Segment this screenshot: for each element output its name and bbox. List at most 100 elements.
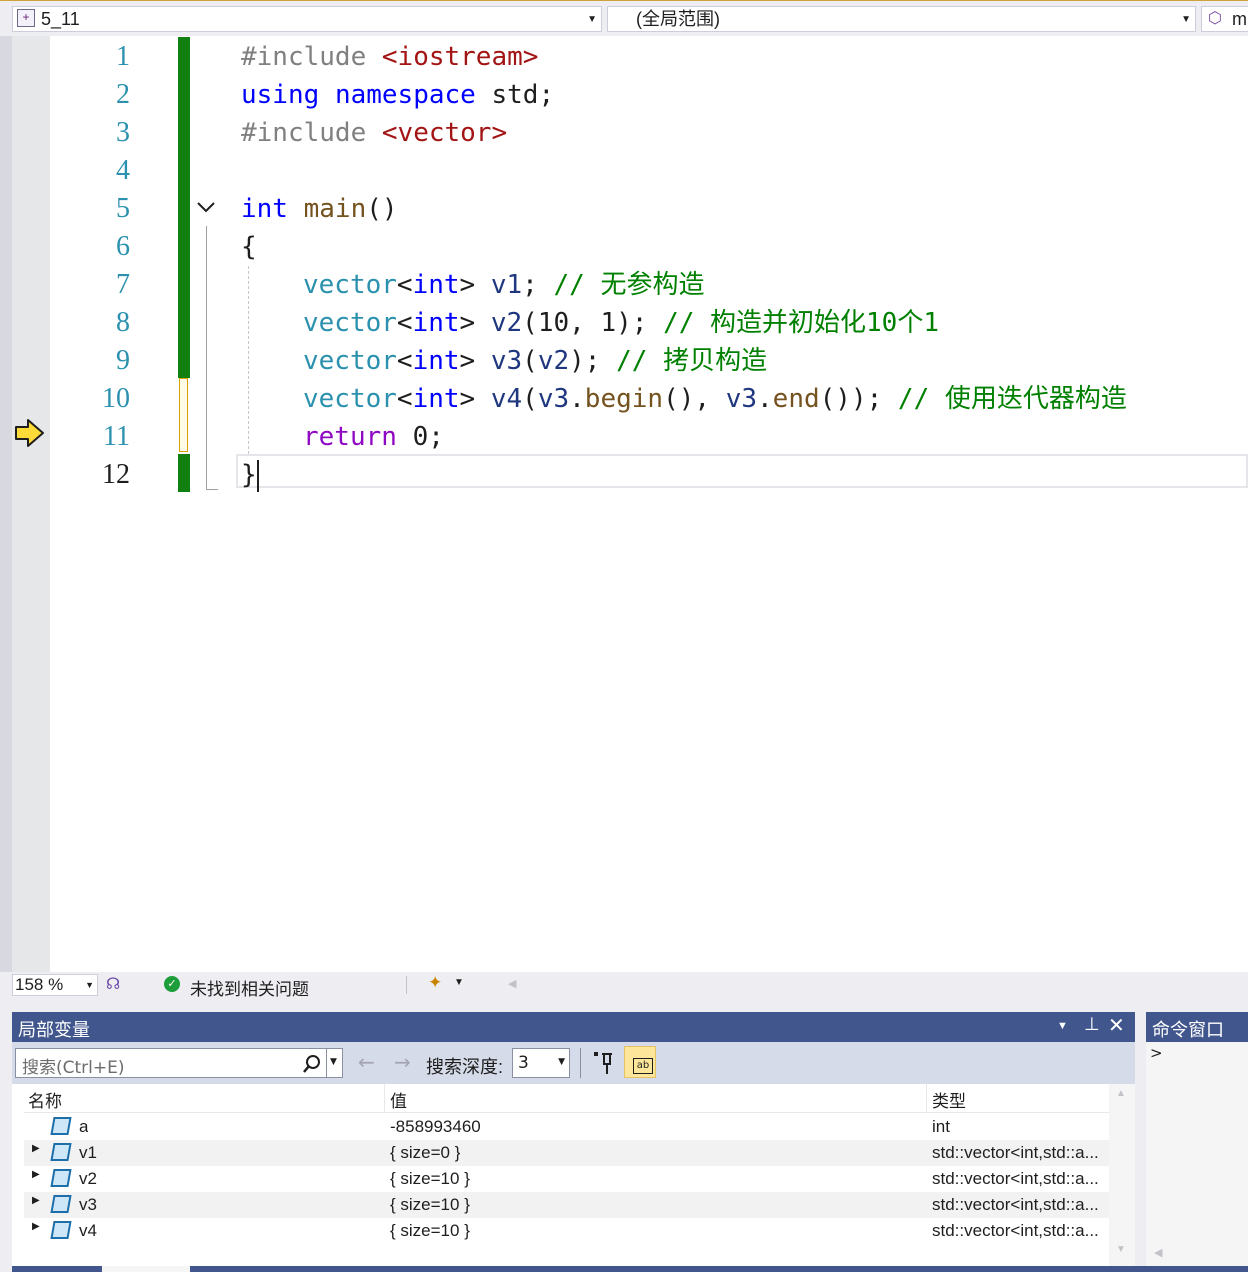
table-row[interactable]: ▶ v1 { size=0 } std::vector<int,std::a..… (24, 1140, 1121, 1166)
variable-icon (50, 1143, 72, 1161)
code-line-11[interactable]: return 0; (303, 418, 444, 456)
column-header-type[interactable]: 类型 (932, 1087, 966, 1112)
scroll-down-icon[interactable]: ▼ (1116, 1244, 1126, 1255)
column-divider[interactable] (926, 1084, 927, 1112)
code-line-7[interactable]: vector<int> v1; // 无参构造 (303, 266, 704, 304)
variable-value[interactable]: -858993460 (390, 1114, 481, 1140)
scroll-up-icon[interactable]: ▲ (1116, 1088, 1126, 1099)
variable-value[interactable]: { size=0 } (390, 1140, 460, 1166)
code-line-10[interactable]: vector<int> v4(v3.begin(), v3.end()); //… (303, 380, 1127, 418)
table-row[interactable]: ▶ v2 { size=10 } std::vector<int,std::a.… (24, 1166, 1121, 1192)
code-cleanup-icon[interactable]: ✦ (428, 973, 442, 993)
line-number: 5 (116, 193, 130, 224)
change-bar-saved (178, 454, 190, 492)
command-window-body[interactable]: > ◀ (1146, 1042, 1248, 1266)
keyword: int (412, 346, 460, 376)
line-number: 9 (116, 345, 130, 376)
code-text: ; (522, 270, 538, 300)
comment: // 无参构造 (553, 270, 705, 300)
expand-arrow-icon[interactable]: ▶ (32, 1169, 40, 1180)
line-number: 10 (102, 383, 130, 414)
panel-title: 命令窗口 (1152, 1020, 1224, 1040)
column-header-value[interactable]: 值 (390, 1087, 407, 1112)
code-text: > (459, 384, 476, 414)
fold-guide (206, 226, 207, 490)
identifier: v3 (537, 384, 570, 414)
include-header: <iostream> (381, 42, 539, 72)
expand-arrow-icon[interactable]: ▶ (32, 1221, 40, 1232)
collapse-chevron-icon[interactable] (195, 198, 219, 218)
chevron-down-icon: ▼ (1181, 14, 1191, 25)
divider (580, 1048, 581, 1078)
type-name: vector (303, 308, 397, 338)
hex-display-icon: ab (633, 1058, 653, 1074)
variable-value[interactable]: { size=10 } (390, 1166, 470, 1192)
code-line-9[interactable]: vector<int> v3(v2); // 拷贝构造 (303, 342, 767, 380)
table-row[interactable]: ▶ v4 { size=10 } std::vector<int,std::a.… (24, 1218, 1121, 1244)
pin-icon[interactable]: ⊥ (1084, 1014, 1100, 1035)
variable-type: std::vector<int,std::a... (932, 1221, 1099, 1240)
keyword: using (241, 80, 320, 110)
active-tab-indicator[interactable] (102, 1266, 190, 1272)
glyph-margin[interactable] (12, 36, 50, 972)
line-number: 2 (116, 79, 130, 110)
copilot-icon[interactable]: ☊ (106, 974, 120, 994)
code-line-2[interactable]: using namespace std; (241, 76, 554, 114)
scope-dropdown[interactable]: (全局范围) ▼ (607, 6, 1196, 32)
variable-value[interactable]: { size=10 } (390, 1218, 470, 1244)
function-name: end (772, 384, 820, 414)
hex-display-button[interactable]: ab (624, 1046, 656, 1078)
zoom-dropdown[interactable]: 158 % ▼ (12, 974, 98, 996)
scroll-left-icon[interactable]: ◀ (1154, 1246, 1162, 1259)
back-arrow-icon[interactable]: ← (358, 1050, 375, 1074)
code-line-3[interactable]: #include <vector> (241, 114, 507, 152)
vertical-scrollbar[interactable]: ▲ ▼ (1109, 1084, 1135, 1266)
table-row[interactable]: a -858993460 int (24, 1114, 1121, 1140)
search-depth-dropdown[interactable]: 3 ▼ (512, 1048, 570, 1078)
code-text: < (396, 308, 413, 338)
text-cursor (256, 459, 259, 492)
line-number-current: 12 (102, 459, 130, 490)
panel-title: 局部变量 (18, 1020, 90, 1040)
variable-type: int (932, 1117, 950, 1136)
navigation-bar: + 5_11 ▼ (全局范围) ▼ ⬡ m (0, 0, 1248, 37)
code-text: ()); (819, 384, 883, 414)
project-name: 5_11 (41, 9, 80, 29)
code-text: (10, 1); (522, 308, 648, 338)
column-header-name[interactable]: 名称 (28, 1087, 62, 1112)
pin-to-source-icon[interactable] (592, 1050, 618, 1076)
chevron-down-icon[interactable]: ▼ (454, 977, 464, 988)
variable-icon (50, 1195, 72, 1213)
issues-status[interactable]: 未找到相关问题 (190, 975, 309, 1000)
code-line-6[interactable]: { (241, 228, 257, 266)
member-dropdown[interactable]: ⬡ m (1201, 6, 1248, 32)
code-line-12[interactable]: } (241, 456, 259, 494)
variable-name: v2 (79, 1169, 97, 1188)
chevron-down-icon: ▼ (558, 1057, 565, 1067)
line-number: 4 (116, 155, 130, 186)
search-input[interactable]: 搜索(Ctrl+E) ▼ (15, 1048, 343, 1078)
keyword: int (412, 270, 460, 300)
chevron-down-icon[interactable]: ▼ (330, 1057, 337, 1067)
code-line-8[interactable]: vector<int> v2(10, 1); // 构造并初始化10个1 (303, 304, 939, 342)
table-row[interactable]: ▶ v3 { size=10 } std::vector<int,std::a.… (24, 1192, 1121, 1218)
code-line-5[interactable]: int main() (241, 190, 398, 228)
line-number: 1 (116, 41, 130, 72)
line-number: 7 (116, 269, 130, 300)
scroll-left-icon[interactable]: ◀ (508, 977, 516, 990)
code-line-1[interactable]: #include <iostream> (241, 38, 538, 76)
close-icon[interactable]: ✕ (1108, 1013, 1125, 1038)
expand-arrow-icon[interactable]: ▶ (32, 1195, 40, 1206)
expand-arrow-icon[interactable]: ▶ (32, 1143, 40, 1154)
forward-arrow-icon[interactable]: → (394, 1050, 411, 1074)
search-placeholder: 搜索(Ctrl+E) (22, 1058, 125, 1078)
variable-value[interactable]: { size=10 } (390, 1192, 470, 1218)
type-name: vector (303, 346, 397, 376)
column-divider[interactable] (384, 1084, 385, 1112)
project-dropdown[interactable]: + 5_11 ▼ (12, 6, 602, 32)
dropdown-arrow-icon[interactable]: ▼ (1057, 1020, 1068, 1032)
indent-guide (248, 266, 249, 454)
variable-name: v1 (79, 1143, 97, 1162)
code-editor[interactable] (50, 36, 1248, 972)
line-number: 8 (116, 307, 130, 338)
